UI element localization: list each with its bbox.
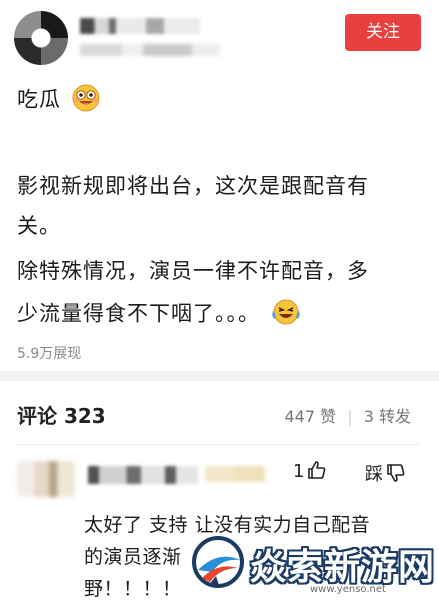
comment-dislike-label: 踩 xyxy=(365,464,383,485)
post-line-3: 关。 xyxy=(17,214,61,238)
comment-like-count: 1 xyxy=(293,461,305,482)
post-line-4: 除特殊情况，演员一律不许配音，多 xyxy=(17,259,369,283)
post-line-1: 吃瓜 xyxy=(17,83,101,118)
watermark-url: www.yenso.net xyxy=(310,584,386,595)
follow-button[interactable]: 关注 xyxy=(345,14,421,51)
comment-line-3: 野！！！！ xyxy=(84,578,182,600)
comment-line-2: 的演员逐渐 xyxy=(84,546,182,568)
watermark-logo-icon xyxy=(192,536,244,588)
author-meta-redacted xyxy=(80,44,220,56)
shares-count[interactable]: 3 转发 xyxy=(364,407,411,426)
comments-title: 评论 323 xyxy=(17,404,106,428)
post-text-line-1: 吃瓜 xyxy=(17,87,61,112)
post-line-2: 影视新规即将出台，这次是跟配音有 xyxy=(17,174,369,198)
grinning-tongue-emoji-icon xyxy=(71,83,101,118)
thumbs-up-icon xyxy=(308,461,326,479)
section-divider xyxy=(0,371,439,381)
comments-divider xyxy=(17,444,421,445)
post-text-line-5: 少流量得食不下咽了。。。 xyxy=(17,301,260,326)
author-name-redacted xyxy=(80,18,200,34)
commenter-avatar[interactable] xyxy=(17,461,75,497)
laughing-tears-emoji-icon xyxy=(270,297,302,332)
watermark-brand: 焱索新游网 xyxy=(250,547,436,588)
comment-like-button[interactable]: 1 xyxy=(293,460,327,482)
stats-separator: | xyxy=(347,407,353,426)
post-line-5: 少流量得食不下咽了。。。 xyxy=(17,297,302,332)
likes-count[interactable]: 447 赞 xyxy=(285,407,337,426)
thumbs-down-icon xyxy=(387,464,405,482)
post-stats: 447 赞 | 3 转发 xyxy=(285,403,412,427)
commenter-name-redacted xyxy=(88,466,198,484)
view-count: 5.9万展现 xyxy=(17,346,82,362)
commenter-tag-redacted xyxy=(205,466,265,482)
author-avatar[interactable] xyxy=(14,11,68,65)
comment-dislike-button[interactable]: 踩 xyxy=(365,460,406,486)
